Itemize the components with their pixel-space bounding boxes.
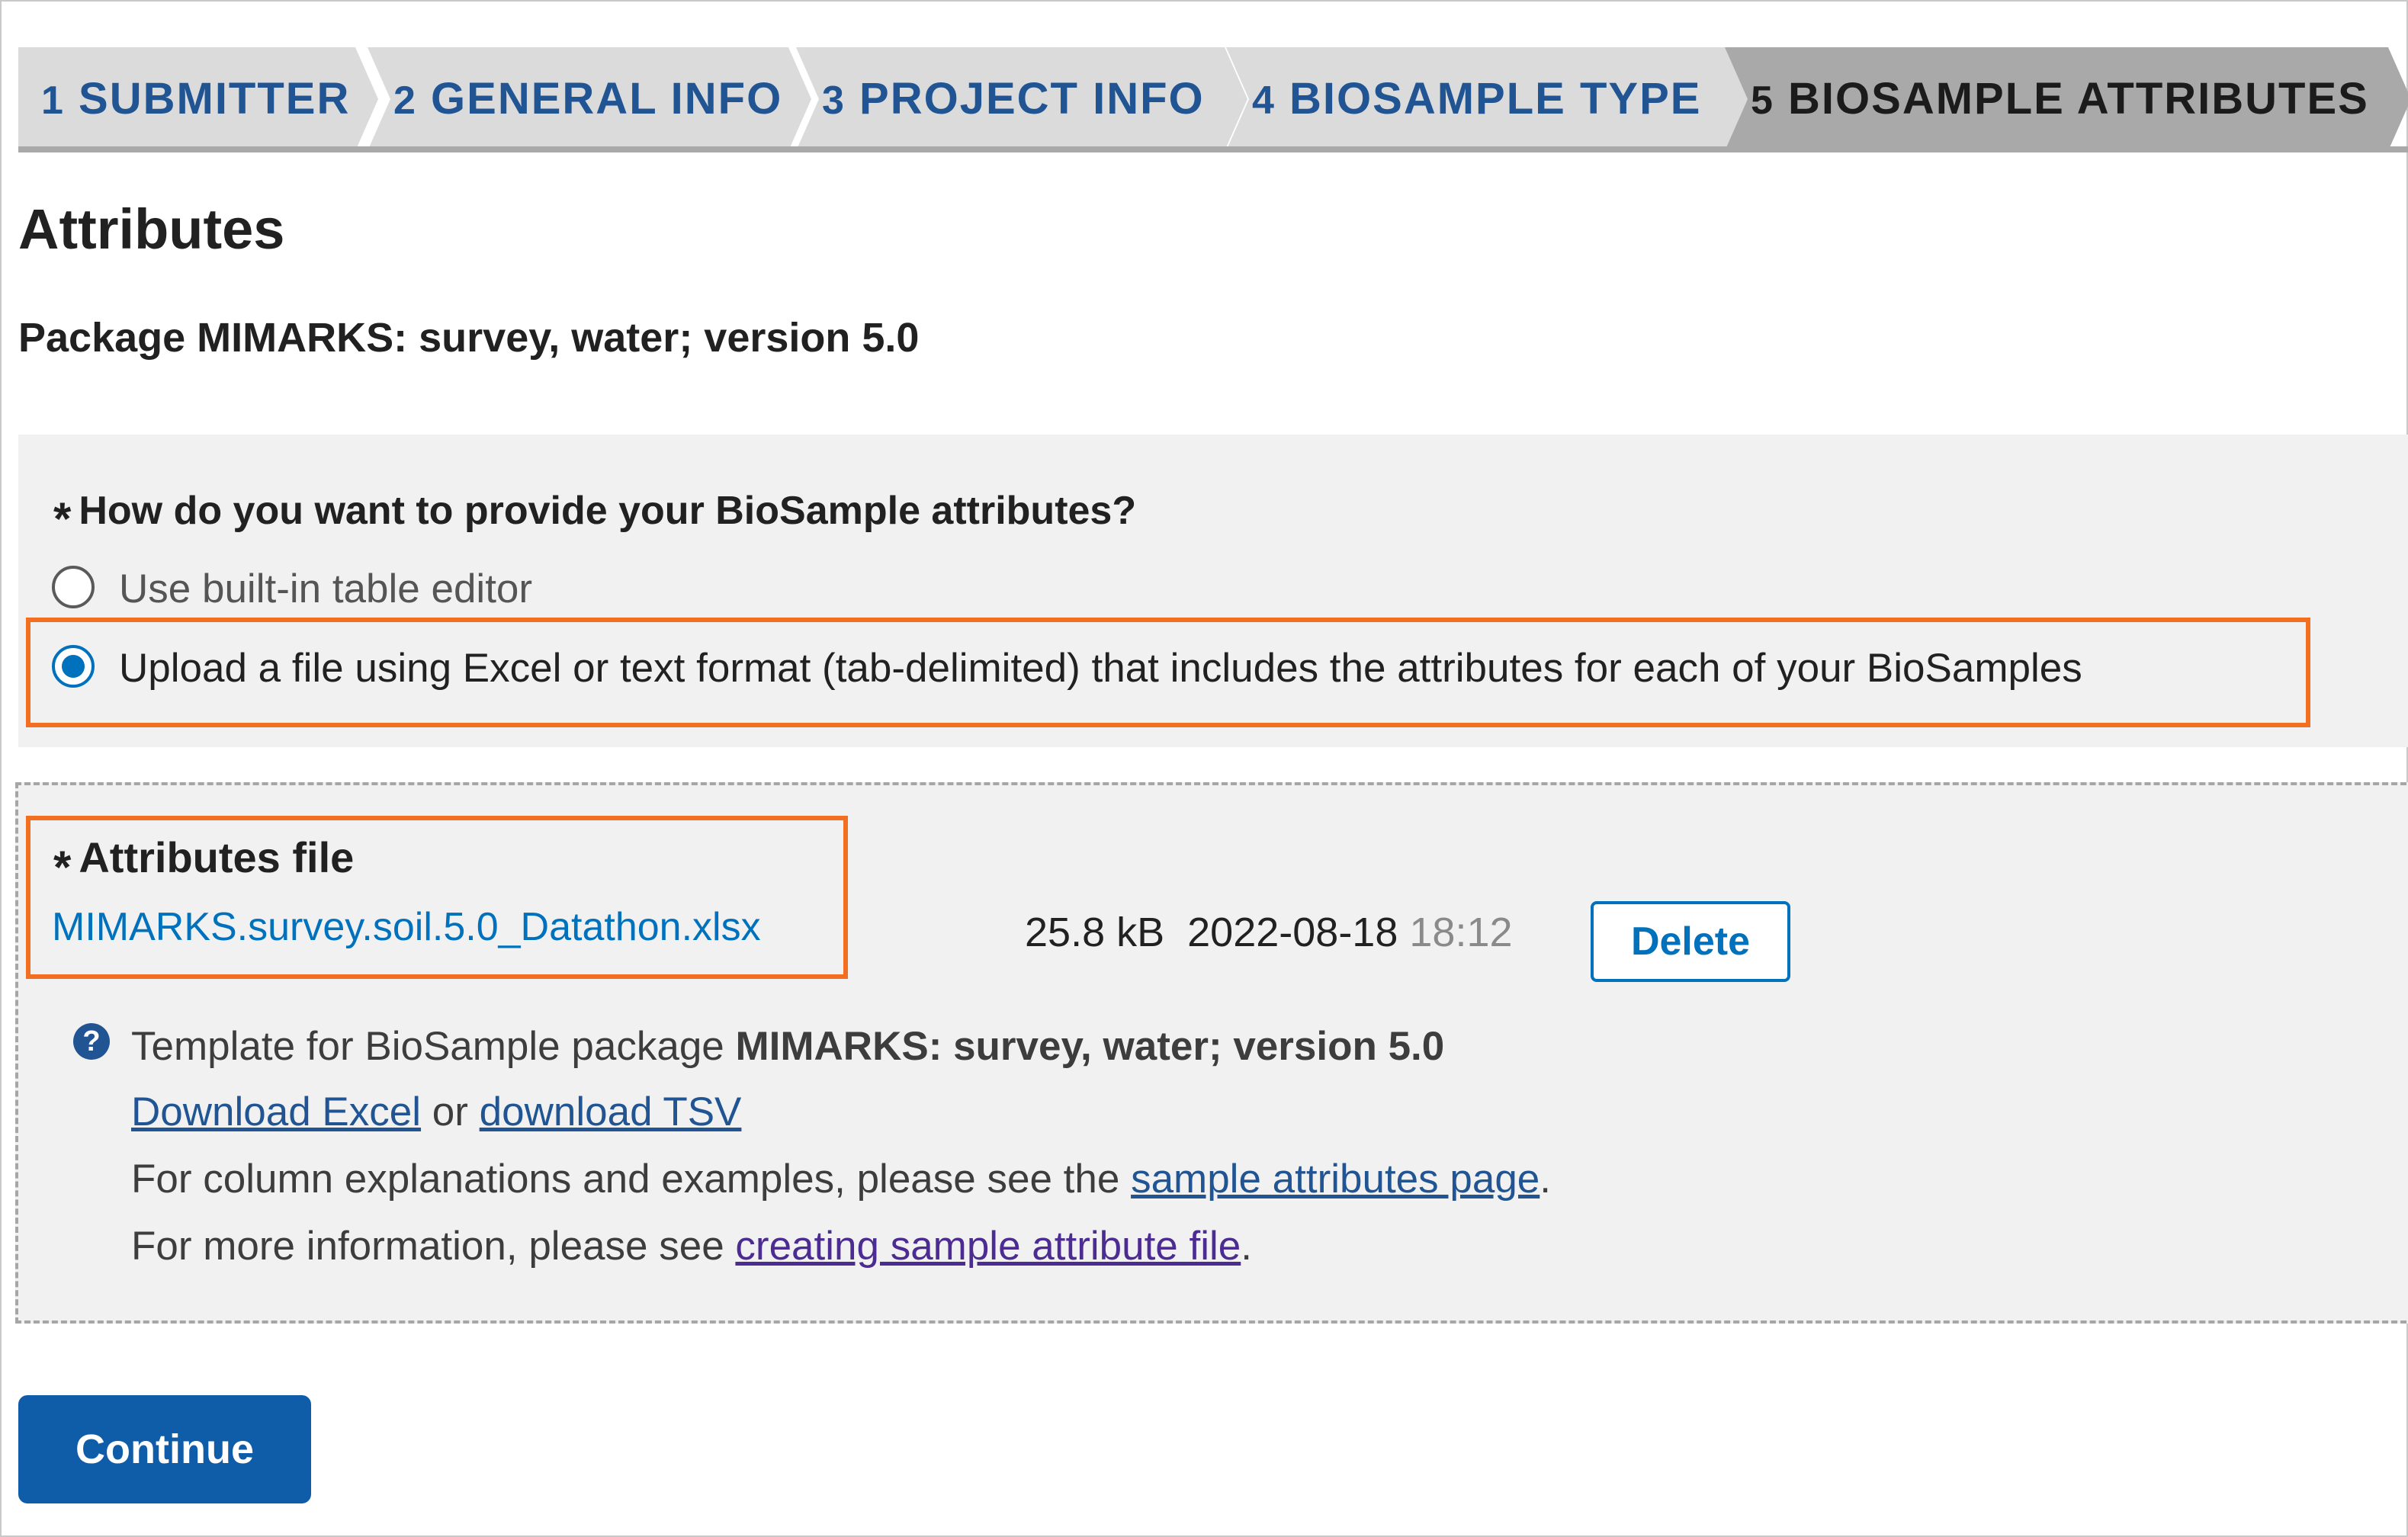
file-size: 25.8 kB — [1025, 910, 1165, 955]
column-explanations: For column explanations and examples, pl… — [131, 1157, 1552, 1202]
step-project-info[interactable]: 3 PROJECT INFO — [796, 47, 1247, 151]
step-biosample-type[interactable]: 4 BIOSAMPLE TYPE — [1226, 47, 1749, 151]
option-label: Use built-in table editor — [119, 566, 533, 611]
more-information: For more information, please see creatin… — [131, 1224, 1252, 1269]
download-tsv-link[interactable]: download TSV — [480, 1089, 742, 1134]
step-label: BIOSAMPLE ATTRIBUTES — [1788, 74, 2369, 124]
steps-divider — [18, 146, 2408, 152]
download-links: Download Excel or download TSV — [131, 1089, 742, 1134]
step-general-info[interactable]: 2 GENERAL INFO — [368, 47, 811, 151]
step-label: PROJECT INFO — [859, 74, 1205, 124]
option-table-editor[interactable]: Use built-in table editor — [52, 566, 532, 613]
download-excel-link[interactable]: Download Excel — [131, 1089, 421, 1134]
template-package: MIMARKS: survey, water; version 5.0 — [735, 1024, 1445, 1069]
step-label: SUBMITTER — [79, 74, 351, 124]
template-info: Template for BioSample package MIMARKS: … — [131, 1024, 1445, 1069]
step-biosample-attributes[interactable]: 5 BIOSAMPLE ATTRIBUTES — [1725, 47, 2408, 151]
highlight-upload-option — [26, 618, 2310, 727]
question-text: How do you want to provide your BioSampl… — [79, 489, 1137, 533]
step-label: BIOSAMPLE TYPE — [1289, 74, 1702, 124]
wizard-steps: 1 SUBMITTER 2 GENERAL INFO 3 PROJECT INF… — [18, 47, 2408, 151]
file-time: 18:12 — [1409, 910, 1513, 955]
required-asterisk: * — [53, 493, 72, 544]
sample-attributes-page-link[interactable]: sample attributes page — [1131, 1157, 1540, 1202]
continue-button[interactable]: Continue — [18, 1395, 311, 1503]
delete-button[interactable]: Delete — [1591, 901, 1790, 982]
step-submitter[interactable]: 1 SUBMITTER — [18, 47, 378, 151]
highlight-attributes-file — [26, 816, 848, 979]
radio-button[interactable] — [52, 566, 95, 608]
package-label: Package MIMARKS: survey, water; version … — [18, 315, 920, 361]
file-date: 2022-08-18 — [1187, 910, 1398, 955]
method-question: * How do you want to provide your BioSamp… — [53, 488, 1136, 545]
question-circle-icon: ? — [73, 1023, 110, 1060]
file-metadata: 25.8 kB 2022-08-18 18:12 — [1025, 909, 1513, 956]
creating-sample-attribute-file-link[interactable]: creating sample attribute file — [735, 1224, 1241, 1269]
step-label: GENERAL INFO — [431, 74, 783, 124]
page-title: Attributes — [18, 197, 285, 261]
